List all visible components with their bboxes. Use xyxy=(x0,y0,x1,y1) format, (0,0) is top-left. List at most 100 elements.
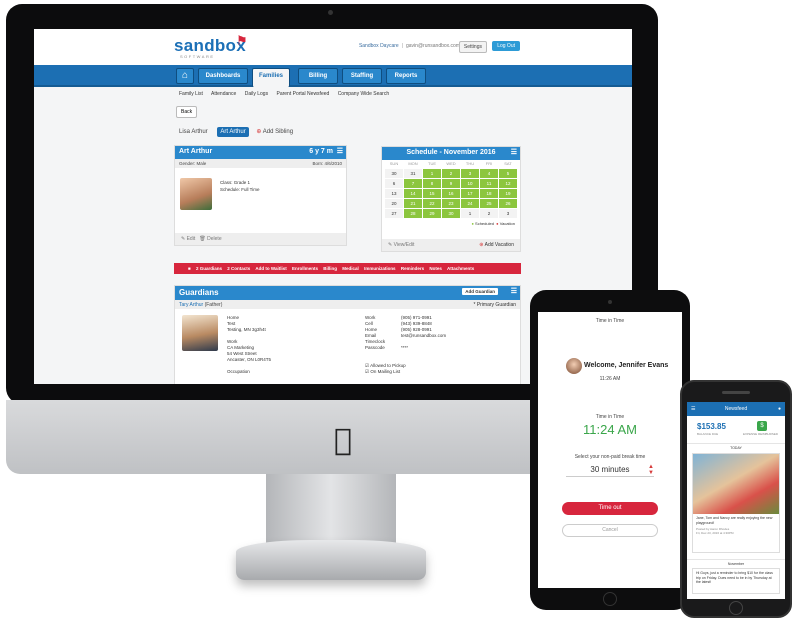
child-gender: Gender: Male xyxy=(179,161,207,166)
phone-home-button[interactable] xyxy=(729,601,743,615)
cancel-button[interactable]: Cancel xyxy=(562,524,658,537)
subnav-family-list[interactable]: Family List xyxy=(179,91,203,97)
delete-link[interactable]: Delete xyxy=(207,236,221,242)
calendar-day[interactable]: 8 xyxy=(423,179,441,188)
redbar-contacts[interactable]: 2 Contacts xyxy=(227,266,250,271)
calendar-day[interactable]: 3 xyxy=(499,209,517,218)
calendar-day[interactable]: 15 xyxy=(423,189,441,198)
logout-button[interactable]: Log Out xyxy=(492,41,520,51)
view-edit-icon[interactable]: ✎ xyxy=(388,242,392,248)
stepper-icon[interactable]: ▲ ▼ xyxy=(648,464,654,476)
welcome-time: 11:26 AM xyxy=(599,376,621,382)
calendar-day[interactable]: 6 xyxy=(385,179,403,188)
tab-families[interactable]: Families xyxy=(252,68,290,87)
calendar-day[interactable]: 17 xyxy=(461,189,479,198)
calendar-day[interactable]: 28 xyxy=(404,209,422,218)
calendar-day[interactable]: 19 xyxy=(499,189,517,198)
tab-billing[interactable]: Billing xyxy=(298,68,338,84)
redbar-notes[interactable]: Notes xyxy=(429,266,442,271)
phone-speaker xyxy=(722,391,750,394)
guardian-name[interactable]: Tary Arthur xyxy=(179,302,203,308)
calendar-day[interactable]: 3 xyxy=(461,169,479,178)
tablet-device: Time in Time Welcome, Jennifer Evans 11:… xyxy=(530,290,690,610)
edit-link[interactable]: Edit xyxy=(187,236,196,242)
menu-icon[interactable]: ☰ xyxy=(337,147,343,155)
calendar-day[interactable]: 13 xyxy=(385,189,403,198)
subnav-daily-logs[interactable]: Daily Logs xyxy=(245,91,268,97)
redbar-reminders[interactable]: Reminders xyxy=(401,266,424,271)
calendar-day[interactable]: 11 xyxy=(480,179,498,188)
balance-amount[interactable]: $153.85 xyxy=(697,422,726,431)
calendar-day[interactable]: 1 xyxy=(461,209,479,218)
redbar-waitlist[interactable]: Add to Waitlist xyxy=(255,266,286,271)
calendar-menu-icon[interactable]: ☰ xyxy=(511,148,517,156)
calendar-day[interactable]: 7 xyxy=(404,179,422,188)
org-link[interactable]: Sandbox Daycare xyxy=(359,43,399,49)
redbar-guardians[interactable]: 2 Guardians xyxy=(196,266,222,271)
calendar-day[interactable]: 21 xyxy=(404,199,422,208)
home-icon[interactable]: ⌂ xyxy=(176,68,194,84)
calendar-day-header: SAT xyxy=(504,161,512,166)
calendar-day[interactable]: 30 xyxy=(385,169,403,178)
calendar-day[interactable]: 18 xyxy=(480,189,498,198)
subnav-parent-portal[interactable]: Parent Portal Newsfeed xyxy=(276,91,329,97)
redbar-medical[interactable]: Medical xyxy=(342,266,359,271)
dollar-icon[interactable]: $ xyxy=(757,421,767,431)
add-guardian-button[interactable]: Add Guardian xyxy=(462,288,498,295)
calendar-day[interactable]: 10 xyxy=(461,179,479,188)
add-vacation-label: Add Vacation xyxy=(484,242,514,248)
calendar-day[interactable]: 23 xyxy=(442,199,460,208)
calendar-day[interactable]: 26 xyxy=(499,199,517,208)
schedule-footer: ✎ View/Edit ⊕ Add Vacation xyxy=(382,239,520,251)
redbar-attachments[interactable]: Attachments xyxy=(447,266,474,271)
newsfeed-post-2[interactable]: Hi Guys, just a reminder to bring $10 fo… xyxy=(692,568,780,594)
redbar-enrollments[interactable]: Enrollments xyxy=(292,266,318,271)
calendar-day[interactable]: 1 xyxy=(423,169,441,178)
contact-label: Passcode xyxy=(365,345,385,350)
guardians-menu-icon[interactable]: ☰ xyxy=(511,287,517,295)
add-sibling-link[interactable]: Add Sibling xyxy=(263,129,293,135)
edit-icon[interactable]: ✎ xyxy=(181,236,185,242)
calendar-day[interactable]: 30 xyxy=(442,209,460,218)
calendar-day[interactable]: 12 xyxy=(499,179,517,188)
guardian-photo xyxy=(182,315,218,351)
calendar-day[interactable]: 2 xyxy=(480,209,498,218)
calendar-day[interactable]: 5 xyxy=(499,169,517,178)
subnav-attendance[interactable]: Attendance xyxy=(211,91,236,97)
break-select[interactable]: 30 minutes ▲ ▼ xyxy=(566,464,654,477)
redbar-billing[interactable]: Billing xyxy=(323,266,337,271)
legend-scheduled: Scheduled xyxy=(475,221,494,226)
calendar-day[interactable]: 24 xyxy=(461,199,479,208)
tablet-home-button[interactable] xyxy=(603,592,617,606)
redbar-immunizations[interactable]: Immunizations xyxy=(364,266,396,271)
calendar-day[interactable]: 4 xyxy=(480,169,498,178)
timeout-button[interactable]: Time out xyxy=(562,502,658,515)
tab-dashboards[interactable]: Dashboards xyxy=(198,68,248,84)
bell-icon[interactable]: ● xyxy=(778,402,781,416)
add-sibling-icon[interactable]: ⊕ xyxy=(256,129,261,135)
subnav-company-search[interactable]: Company Wide Search xyxy=(338,91,389,97)
calendar-day[interactable]: 9 xyxy=(442,179,460,188)
add-vacation-link[interactable]: ⊕ Add Vacation xyxy=(479,242,514,248)
calendar-day[interactable]: 22 xyxy=(423,199,441,208)
check-icon[interactable]: ☑ xyxy=(365,369,369,374)
calendar-day[interactable]: 16 xyxy=(442,189,460,198)
calendar-day[interactable]: 25 xyxy=(480,199,498,208)
tab-reports[interactable]: Reports xyxy=(386,68,426,84)
view-edit-link[interactable]: View/Edit xyxy=(394,242,415,248)
delete-icon[interactable]: 🗑 xyxy=(199,236,205,242)
check-icon[interactable]: ☑ xyxy=(365,363,369,368)
hamburger-icon[interactable]: ☰ xyxy=(691,402,695,416)
calendar-day[interactable]: 27 xyxy=(385,209,403,218)
settings-button[interactable]: Settings xyxy=(458,41,487,53)
sibling-lisa[interactable]: Lisa Arthur xyxy=(179,129,208,135)
back-button[interactable]: Back xyxy=(176,106,198,118)
calendar-day[interactable]: 14 xyxy=(404,189,422,198)
newsfeed-post[interactable]: Jane, Tom and Nancy are really enjoying … xyxy=(692,453,780,553)
calendar-day[interactable]: 20 xyxy=(385,199,403,208)
sibling-current[interactable]: Art Arthur xyxy=(217,127,249,137)
tab-staffing[interactable]: Staffing xyxy=(342,68,382,84)
calendar-day[interactable]: 31 xyxy=(404,169,422,178)
calendar-day[interactable]: 29 xyxy=(423,209,441,218)
calendar-day[interactable]: 2 xyxy=(442,169,460,178)
